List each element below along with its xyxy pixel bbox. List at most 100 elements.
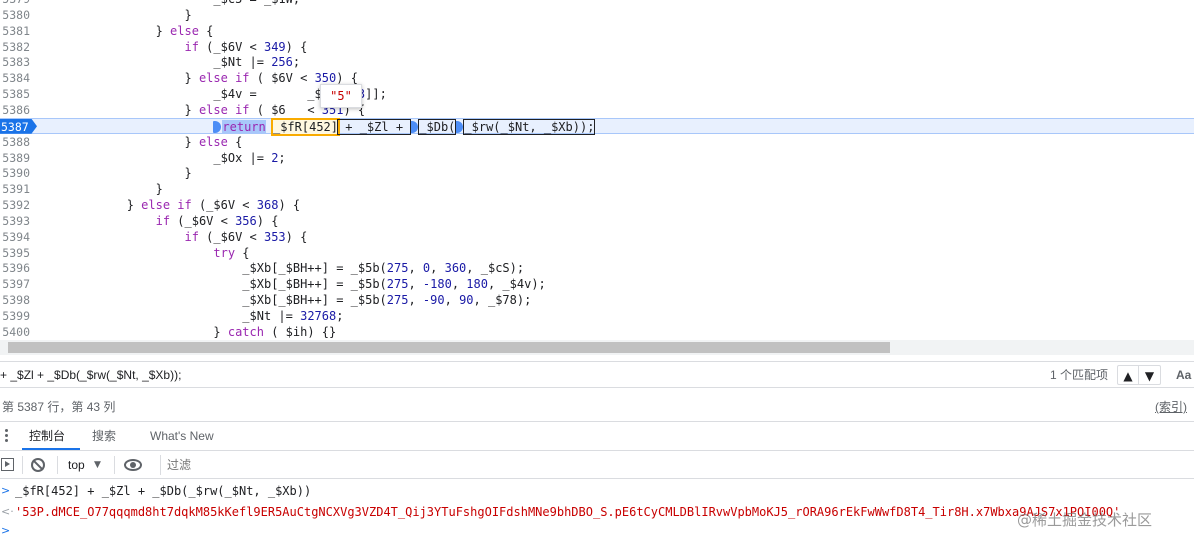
line-number[interactable]: 5400 bbox=[0, 324, 30, 340]
code-text: _$Nt |= 256; bbox=[40, 55, 301, 70]
line-number[interactable]: 5393 bbox=[0, 213, 30, 229]
watermark: @稀土掘金技术社区 bbox=[1017, 511, 1153, 529]
prev-match-button[interactable]: ▲ bbox=[1117, 365, 1139, 385]
cursor-position: 第 5387 行，第 43 列 bbox=[2, 400, 116, 414]
line-number[interactable]: 5394 bbox=[0, 229, 30, 245]
tooltip-value: "5" bbox=[330, 89, 352, 103]
next-match-button[interactable]: ▼ bbox=[1139, 365, 1161, 385]
find-bar: + _$Zl + _$Db(_$rw(_$Nt, _$Xb)); 1 个匹配项 … bbox=[0, 361, 1194, 388]
code-line[interactable]: 5390 } bbox=[0, 165, 1194, 181]
chevron-up-icon: ▲ bbox=[1123, 369, 1133, 383]
line-number[interactable]: 5382 bbox=[0, 39, 30, 55]
dropdown-arrow-icon[interactable]: ▼ bbox=[94, 451, 101, 479]
code-line-active[interactable]: 5387 return _$fR[452] + _$Zl + _$Db(_$rw… bbox=[0, 117, 1194, 136]
console-toolbar: top ▼ bbox=[0, 451, 1194, 479]
line-number[interactable]: 5385 bbox=[0, 86, 30, 102]
line-number[interactable]: 5389 bbox=[0, 150, 30, 166]
line-number[interactable]: 5391 bbox=[0, 181, 30, 197]
line-number[interactable]: 5396 bbox=[0, 260, 30, 276]
hover-value-tooltip: "5" bbox=[320, 84, 362, 108]
code-line[interactable]: 5382 if (_$6V < 349) { bbox=[0, 39, 1194, 55]
line-number[interactable]: 5392 bbox=[0, 197, 30, 213]
code-line[interactable]: 5399 _$Nt |= 32768; bbox=[0, 308, 1194, 324]
breakpoint-line-number[interactable]: 5387 bbox=[0, 118, 37, 134]
tab-whats-new[interactable]: What's New bbox=[150, 422, 214, 450]
code-line[interactable]: 5380 } bbox=[0, 7, 1194, 23]
divider bbox=[22, 456, 23, 474]
code-text: } else { bbox=[40, 23, 214, 38]
line-number[interactable]: 5380 bbox=[0, 7, 30, 23]
code-line[interactable]: 5394 if (_$6V < 353) { bbox=[0, 229, 1194, 245]
code-line[interactable]: 5400 } catch ( $ih) {} bbox=[0, 324, 1194, 340]
source-file-link[interactable]: (索引) bbox=[1155, 398, 1187, 415]
console-command[interactable]: _$fR[452] + _$Zl + _$Db(_$rw(_$Nt, _$Xb)… bbox=[15, 484, 311, 498]
context-selector[interactable]: top bbox=[68, 451, 85, 479]
result-prompt-icon: <· bbox=[1, 505, 14, 518]
editor-status-bar: 第 5387 行，第 43 列 (索引) bbox=[0, 388, 1194, 422]
filter-input[interactable] bbox=[160, 455, 1194, 475]
horizontal-scrollbar[interactable] bbox=[0, 340, 1194, 355]
match-case-button[interactable]: Aa bbox=[1176, 362, 1191, 388]
code-line[interactable]: 5385 _$4v = _$fR[333]]; bbox=[0, 86, 1194, 102]
code-line[interactable]: 5389 _$Ox |= 2; bbox=[0, 150, 1194, 166]
code-text: return _$fR[452] + _$Zl + _$Db(_$rw(_$Nt… bbox=[40, 117, 596, 136]
code-line[interactable]: 5384 } else if ( $6V < 350) { bbox=[0, 70, 1194, 86]
line-number[interactable]: 5384 bbox=[0, 70, 30, 86]
line-number[interactable]: 5383 bbox=[0, 54, 30, 70]
line-number[interactable]: 5388 bbox=[0, 134, 30, 150]
divider bbox=[114, 456, 115, 474]
code-text: _$Xb[_$BH++] = _$5b(275, 0, 360, _$cS); bbox=[40, 261, 525, 276]
input-prompt-icon: > bbox=[1, 524, 11, 537]
code-line[interactable]: 5392 } else if (_$6V < 368) { bbox=[0, 197, 1194, 213]
code-line[interactable]: 5391 } bbox=[0, 181, 1194, 197]
code-text: } else if (_$6V < 368) { bbox=[40, 198, 301, 213]
code-text: } else { bbox=[40, 134, 243, 149]
code-line[interactable]: 5397 _$Xb[_$BH++] = _$5b(275, -180, 180,… bbox=[0, 276, 1194, 292]
active-tab-indicator bbox=[22, 448, 80, 450]
inline-breakpoint-icon[interactable] bbox=[455, 121, 464, 134]
line-number[interactable]: 5381 bbox=[0, 23, 30, 39]
code-text: _$Ox |= 2; bbox=[40, 150, 286, 165]
code-line[interactable]: 5395 try { bbox=[0, 245, 1194, 261]
line-number[interactable]: 5397 bbox=[0, 276, 30, 292]
line-number[interactable]: 5390 bbox=[0, 165, 30, 181]
line-number[interactable]: 5386 bbox=[0, 102, 30, 118]
db-call: _$Db( bbox=[418, 118, 457, 135]
sidebar-toggle-icon[interactable] bbox=[1, 458, 14, 471]
code-line[interactable]: 5393 if (_$6V < 356) { bbox=[0, 213, 1194, 229]
code-text: _$Xb[_$BH++] = _$5b(275, -90, 90, _$78); bbox=[40, 293, 532, 308]
chevron-down-icon: ▼ bbox=[1144, 369, 1155, 383]
code-line[interactable]: 5386 } else if ( $6 < 351) { bbox=[0, 102, 1194, 118]
line-number[interactable]: 5395 bbox=[0, 245, 30, 261]
live-expression-eye-icon[interactable] bbox=[124, 459, 142, 471]
code-text: _$Xb[_$BH++] = _$5b(275, -180, 180, _$4v… bbox=[40, 277, 546, 292]
code-text: try { bbox=[213, 245, 250, 260]
code-line[interactable]: 5383 _$Nt |= 256; bbox=[0, 54, 1194, 70]
search-input[interactable]: + _$Zl + _$Db(_$rw(_$Nt, _$Xb)); bbox=[0, 362, 181, 388]
tab-console[interactable]: 控制台 bbox=[29, 422, 65, 450]
line-number[interactable]: 5398 bbox=[0, 292, 30, 308]
match-count: 1 个匹配项 bbox=[1050, 368, 1109, 382]
tab-search[interactable]: 搜索 bbox=[92, 422, 116, 450]
more-options-icon[interactable] bbox=[2, 428, 12, 446]
console-result[interactable]: '53P.dMCE_O77qqqmd8ht7dqkM85kKefl9ER5AuC… bbox=[15, 505, 1140, 519]
drawer-tab-bar: 控制台 搜索 What's New bbox=[0, 422, 1194, 451]
source-code-editor[interactable]: 5379 _$c5 = _$1W;5380 }5381 } else {5382… bbox=[0, 0, 1194, 340]
line-number[interactable]: 5399 bbox=[0, 308, 30, 324]
code-line[interactable]: 5388 } else { bbox=[0, 134, 1194, 150]
clear-console-icon[interactable] bbox=[31, 458, 45, 472]
code-line[interactable]: 5381 } else { bbox=[0, 23, 1194, 39]
code-text: } catch ( $ih) {} bbox=[40, 324, 337, 339]
inline-breakpoint-icon[interactable] bbox=[410, 121, 419, 134]
inline-breakpoint-icon[interactable] bbox=[213, 121, 222, 134]
code-text: } bbox=[40, 166, 192, 181]
code-text: if (_$6V < 353) { bbox=[184, 229, 308, 244]
scrollbar-thumb[interactable] bbox=[8, 342, 890, 353]
code-line[interactable]: 5396 _$Xb[_$BH++] = _$5b(275, 0, 360, _$… bbox=[0, 260, 1194, 276]
console-output: > _$fR[452] + _$Zl + _$Db(_$rw(_$Nt, _$X… bbox=[0, 479, 1194, 547]
return-keyword: return bbox=[222, 119, 266, 134]
divider bbox=[57, 456, 58, 474]
code-line[interactable]: 5398 _$Xb[_$BH++] = _$5b(275, -90, 90, _… bbox=[0, 292, 1194, 308]
